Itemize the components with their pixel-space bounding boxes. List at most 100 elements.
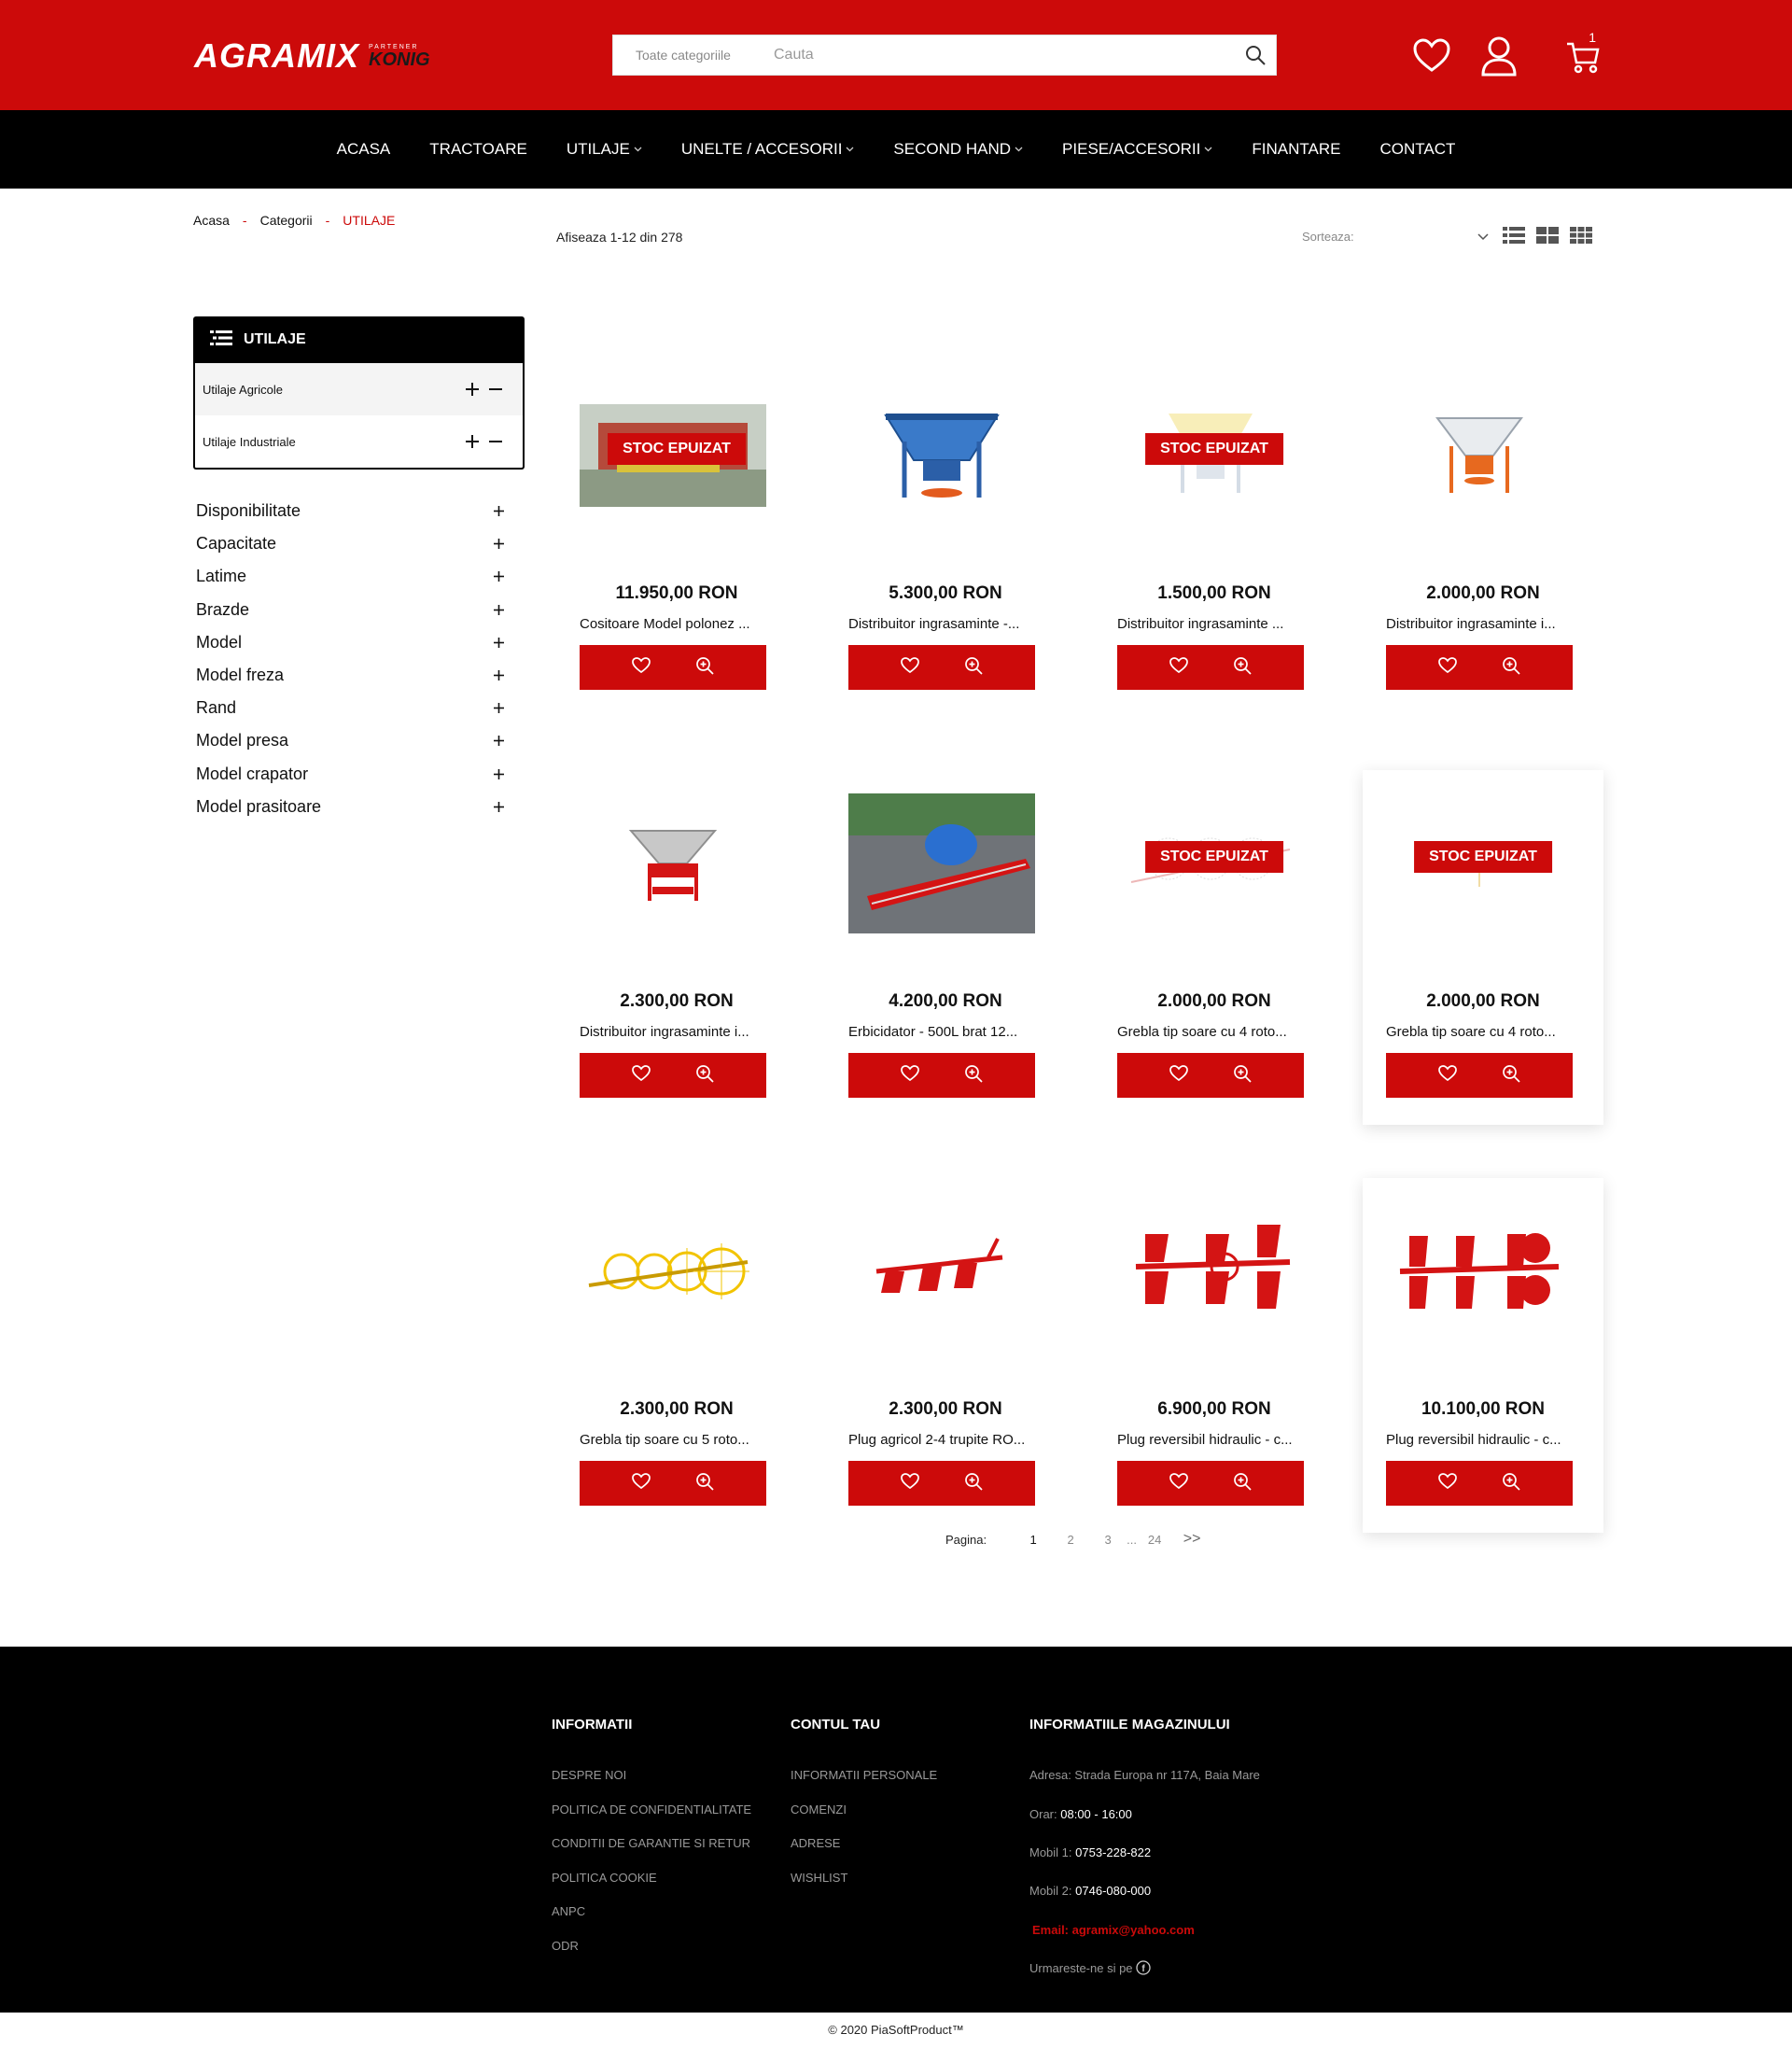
expand-collapse-icon[interactable] <box>465 377 504 401</box>
product-card[interactable]: STOC EPUIZAT 1.500,00 RON Distribuitor ing… <box>1094 362 1335 717</box>
footer-link[interactable]: CONDITII DE GARANTIE SI RETUR <box>552 1836 751 1871</box>
wishlist-heart-icon[interactable] <box>1409 34 1454 78</box>
footer-link[interactable]: ANPC <box>552 1904 751 1939</box>
store-mobile-1[interactable]: Mobil 1: 0753-228-822 <box>1029 1845 1260 1884</box>
add-to-wishlist-heart-icon[interactable] <box>1438 1064 1457 1087</box>
product-image[interactable] <box>848 1192 1035 1351</box>
page-link[interactable]: 1 <box>1015 1533 1052 1547</box>
search-category-select[interactable]: Toate categoriile <box>613 48 763 63</box>
filter-item[interactable]: Model <box>196 626 504 659</box>
nav-item-second-hand[interactable]: SECOND HAND <box>874 140 1043 159</box>
product-card[interactable]: 2.000,00 RON Distribuitor ingrasaminte i.… <box>1363 362 1603 717</box>
product-image[interactable] <box>580 784 766 943</box>
filter-item[interactable]: Brazde <box>196 594 504 626</box>
filter-item[interactable]: Model crapator <box>196 758 504 791</box>
product-image[interactable] <box>1386 1192 1573 1351</box>
product-card[interactable]: 10.100,00 RON Plug reversibil hidraulic -… <box>1363 1178 1603 1533</box>
product-name-link[interactable]: Distribuitor ingrasaminte i... <box>580 1024 766 1040</box>
quick-view-zoom-icon[interactable] <box>964 1064 983 1087</box>
product-image[interactable] <box>1386 376 1573 535</box>
nav-item-contact[interactable]: CONTACT <box>1360 140 1475 159</box>
add-to-wishlist-heart-icon[interactable] <box>901 1472 919 1494</box>
add-to-wishlist-heart-icon[interactable] <box>901 1064 919 1087</box>
product-name-link[interactable]: Plug agricol 2-4 trupite RO... <box>848 1432 1035 1448</box>
quick-view-zoom-icon[interactable] <box>1233 1064 1252 1087</box>
search-icon[interactable] <box>1235 35 1276 76</box>
quick-view-zoom-icon[interactable] <box>1233 656 1252 680</box>
next-page-chevron-icon[interactable]: >> <box>1173 1531 1211 1548</box>
nav-item-tractoare[interactable]: TRACTOARE <box>410 140 547 159</box>
plus-icon[interactable] <box>494 764 504 784</box>
quick-view-zoom-icon[interactable] <box>695 1064 714 1087</box>
add-to-wishlist-heart-icon[interactable] <box>1169 1064 1188 1087</box>
add-to-wishlist-heart-icon[interactable] <box>1438 1472 1457 1494</box>
product-card[interactable]: 4.200,00 RON Erbicidator - 500L brat 12..… <box>825 770 1066 1125</box>
filter-item[interactable]: Model prasitoare <box>196 791 504 823</box>
quick-view-zoom-icon[interactable] <box>964 1472 983 1495</box>
sidebar-category-item[interactable]: Utilaje Industriale <box>195 415 523 468</box>
filter-item[interactable]: Model presa <box>196 724 504 757</box>
footer-link[interactable]: COMENZI <box>791 1803 937 1837</box>
footer-link[interactable]: ODR <box>552 1939 751 1973</box>
product-name-link[interactable]: Grebla tip soare cu 4 roto... <box>1117 1024 1304 1040</box>
plus-icon[interactable] <box>494 666 504 685</box>
nav-item-finantare[interactable]: FINANTARE <box>1232 140 1360 159</box>
nav-item-piese-accesorii[interactable]: PIESE/ACCESORII <box>1043 140 1232 159</box>
product-card[interactable]: STOC EPUIZAT 11.950,00 RON Cositoare Model… <box>556 362 797 717</box>
account-user-icon[interactable] <box>1477 34 1521 78</box>
quick-view-zoom-icon[interactable] <box>1502 656 1520 680</box>
footer-link[interactable]: POLITICA COOKIE <box>552 1871 751 1905</box>
page-link-last[interactable]: 24 <box>1136 1533 1173 1547</box>
add-to-wishlist-heart-icon[interactable] <box>632 656 651 679</box>
quick-view-zoom-icon[interactable] <box>695 1472 714 1495</box>
product-name-link[interactable]: Distribuitor ingrasaminte i... <box>1386 616 1573 632</box>
breadcrumb-categories[interactable]: Categorii <box>260 213 313 228</box>
store-email-link[interactable]: Email: agramix@yahoo.com <box>1029 1923 1260 1960</box>
filter-item[interactable]: Model freza <box>196 659 504 692</box>
product-card[interactable]: 6.900,00 RON Plug reversibil hidraulic - … <box>1094 1178 1335 1533</box>
product-card[interactable]: STOC EPUIZAT 2.000,00 RON Grebla tip soare… <box>1363 770 1603 1125</box>
page-link[interactable]: 3 <box>1089 1533 1127 1547</box>
expand-collapse-icon[interactable] <box>465 429 504 454</box>
plus-icon[interactable] <box>494 567 504 586</box>
plus-icon[interactable] <box>494 731 504 750</box>
breadcrumb-home[interactable]: Acasa <box>193 213 230 228</box>
footer-link[interactable]: ADRESE <box>791 1836 937 1871</box>
nav-item-acasa[interactable]: ACASA <box>317 140 411 159</box>
footer-link[interactable]: DESPRE NOI <box>552 1768 751 1803</box>
footer-link[interactable]: WISHLIST <box>791 1871 937 1905</box>
product-card[interactable]: STOC EPUIZAT 2.000,00 RON Grebla tip soare… <box>1094 770 1335 1125</box>
quick-view-zoom-icon[interactable] <box>1502 1064 1520 1087</box>
plus-icon[interactable] <box>494 797 504 817</box>
add-to-wishlist-heart-icon[interactable] <box>632 1472 651 1494</box>
add-to-wishlist-heart-icon[interactable] <box>1169 1472 1188 1494</box>
quick-view-zoom-icon[interactable] <box>695 656 714 680</box>
plus-icon[interactable] <box>494 600 504 620</box>
add-to-wishlist-heart-icon[interactable] <box>1169 656 1188 679</box>
product-name-link[interactable]: Grebla tip soare cu 4 roto... <box>1386 1024 1573 1040</box>
product-name-link[interactable]: Distribuitor ingrasaminte -... <box>848 616 1035 632</box>
plus-icon[interactable] <box>494 698 504 718</box>
footer-link[interactable]: INFORMATII PERSONALE <box>791 1768 937 1803</box>
product-name-link[interactable]: Erbicidator - 500L brat 12... <box>848 1024 1035 1040</box>
product-image[interactable] <box>1117 1192 1304 1351</box>
plus-icon[interactable] <box>494 501 504 521</box>
list-view-icon[interactable] <box>1503 226 1525 245</box>
product-card[interactable]: 2.300,00 RON Grebla tip soare cu 5 roto..… <box>556 1178 797 1533</box>
product-name-link[interactable]: Plug reversibil hidraulic - c... <box>1117 1432 1304 1448</box>
page-link[interactable]: 2 <box>1052 1533 1089 1547</box>
product-name-link[interactable]: Distribuitor ingrasaminte ... <box>1117 616 1304 632</box>
site-logo[interactable]: AGRAMIX PARTENER KONIG <box>194 35 430 77</box>
product-card[interactable]: 5.300,00 RON Distribuitor ingrasaminte -.… <box>825 362 1066 717</box>
product-image[interactable] <box>848 784 1035 943</box>
quick-view-zoom-icon[interactable] <box>1502 1472 1520 1495</box>
plus-icon[interactable] <box>494 633 504 652</box>
filter-item[interactable]: Capacitate <box>196 527 504 560</box>
filter-item[interactable]: Latime <box>196 560 504 593</box>
nav-item-unelte-accesorii[interactable]: UNELTE / ACCESORII <box>662 140 875 159</box>
sort-select[interactable]: Sorteaza: <box>1302 230 1489 244</box>
add-to-wishlist-heart-icon[interactable] <box>632 1064 651 1087</box>
quick-view-zoom-icon[interactable] <box>964 656 983 680</box>
grid-3-view-icon[interactable] <box>1570 226 1592 245</box>
product-image[interactable] <box>848 376 1035 535</box>
